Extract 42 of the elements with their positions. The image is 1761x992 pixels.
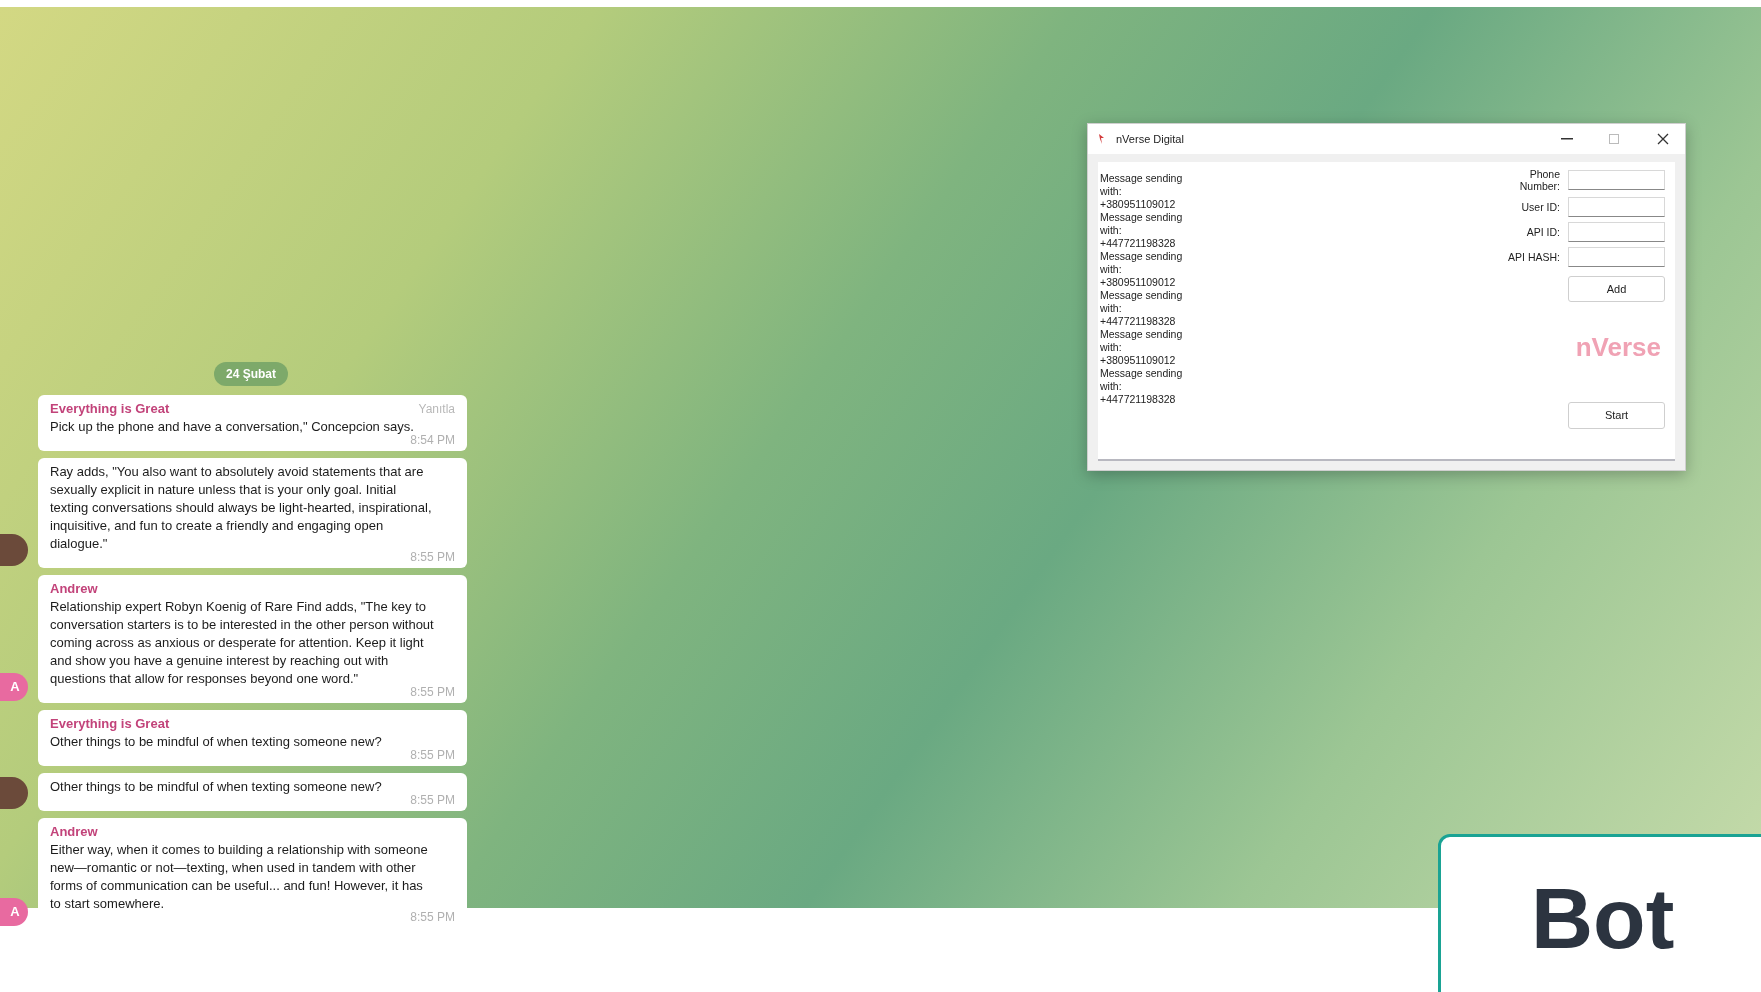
message-time: 8:55 PM [410, 684, 455, 700]
field-label: API ID: [1525, 226, 1560, 238]
message-time: 8:54 PM [410, 433, 455, 448]
log-entry: Message sending with: +380951109012 [1100, 172, 1184, 211]
text-field[interactable] [1568, 247, 1665, 267]
sender-name: Andrew [50, 823, 98, 841]
text-field[interactable] [1568, 197, 1665, 217]
avatar-photo-placeholder [0, 777, 28, 809]
text-field[interactable] [1568, 170, 1665, 190]
log-entry: Message sending with: +447721198328 [1100, 289, 1184, 328]
avatar-photo-placeholder [0, 534, 28, 566]
message-text: Ray adds, "You also want to absolutely avoid statements that are sexually explicit in nature unless that is your only goal. Initial texting conversations should always be light-hearted, inspirational, inquisitive, and fun to create a friendly and engaging open dialogue." [50, 463, 433, 552]
message-text: Other things to be mindful of when texting someone new? [50, 778, 383, 796]
add-button[interactable]: Add [1568, 276, 1665, 302]
message-time: 8:55 PM [410, 747, 455, 763]
field-label: Phone Number: [1518, 168, 1560, 192]
message-time: 8:55 PM [410, 549, 455, 565]
message-text: Other things to be mindful of when texting someone new? [50, 733, 383, 751]
sender-name: Andrew [50, 580, 98, 598]
message-time: 8:55 PM [410, 792, 455, 808]
date-pill: 24 Şubat [214, 362, 288, 386]
log-entry: Message sending with: +447721198328 [1100, 367, 1184, 406]
message-text: Relationship expert Robyn Koenig of Rare Find adds, "The key to conversation starters is to be interested in the other person without coming across as anxious or desperate for attention. Keep it light and show you have a genuine interest by reaching out with questions that allow for responses beyond one word." [50, 598, 435, 687]
message-time: 8:55 PM [410, 909, 455, 925]
field-label: User ID: [1520, 201, 1560, 213]
sender-name: Everything is Great [50, 400, 170, 418]
logo-text: nVerse [1575, 332, 1661, 362]
log-entry: Message sending with: +380951109012 [1100, 328, 1184, 367]
feather-icon [1098, 134, 1106, 144]
log-entry: Message sending with: +447721198328 [1100, 211, 1184, 250]
message-text: Either way, when it comes to building a relationship with someone new—romantic or not—texting, when used in tandem with other forms of communication can be useful... and fun! However, it has to start somewhere. [50, 841, 429, 912]
message-text: Pick up the phone and have a conversation," Concepcion says. [50, 418, 415, 435]
sender-name: Everything is Great [50, 715, 170, 733]
start-button[interactable]: Start [1568, 402, 1665, 429]
field-label: API HASH: [1507, 251, 1560, 263]
card-title: Bot [1531, 873, 1675, 963]
log-entry: Message sending with: +380951109012 [1100, 250, 1184, 289]
close-icon[interactable] [1657, 133, 1669, 145]
minimize-icon[interactable] [1561, 138, 1573, 140]
text-field[interactable] [1568, 222, 1665, 242]
maximize-icon[interactable] [1609, 134, 1619, 144]
window-title: nVerse Digital [1116, 131, 1184, 147]
